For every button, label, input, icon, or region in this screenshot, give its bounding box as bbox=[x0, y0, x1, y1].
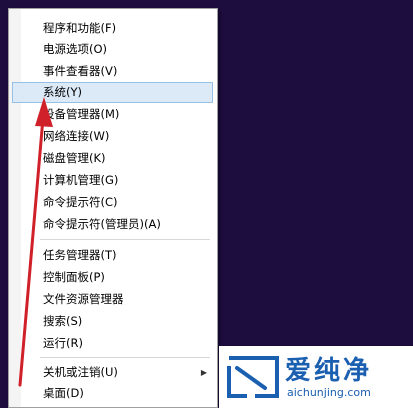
watermark-logo: 爱纯净 aichunjing.com bbox=[219, 346, 413, 408]
aichunjing-logo-icon bbox=[227, 356, 279, 398]
logo-url: aichunjing.com bbox=[287, 386, 371, 399]
logo-text: 爱纯净 bbox=[285, 356, 373, 386]
